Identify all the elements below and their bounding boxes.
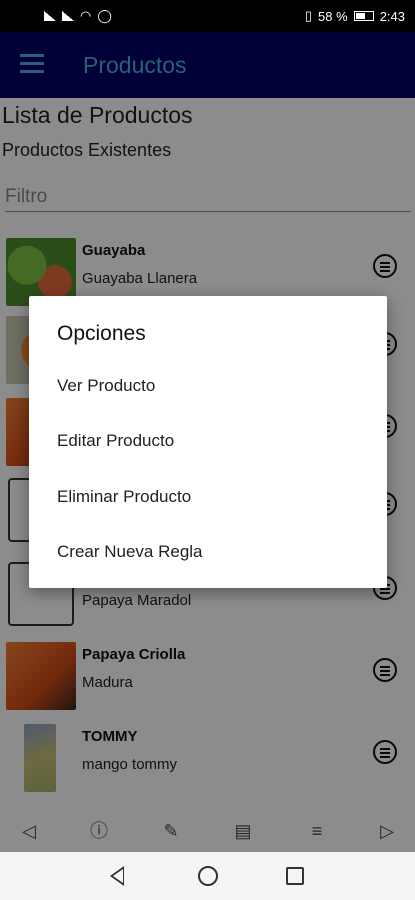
whatsapp-icon: ◯ bbox=[97, 8, 112, 23]
nav-back-icon[interactable] bbox=[110, 866, 124, 886]
option-editar-producto[interactable]: Editar Producto bbox=[57, 431, 174, 451]
system-nav-bar bbox=[0, 852, 415, 900]
status-bar: ◠ ◯ ▯ 58 % 2:43 bbox=[0, 0, 415, 32]
clock: 2:43 bbox=[379, 8, 405, 24]
wifi-icon: ◠ bbox=[80, 8, 92, 23]
option-crear-nueva-regla[interactable]: Crear Nueva Regla bbox=[57, 542, 203, 562]
battery-percent: 58 % bbox=[318, 8, 348, 24]
option-ver-producto[interactable]: Ver Producto bbox=[57, 376, 155, 396]
vibrate-icon: ▯ bbox=[304, 8, 313, 23]
nav-home-icon[interactable] bbox=[198, 866, 218, 886]
status-icons-right: ▯ 58 % 2:43 bbox=[305, 8, 405, 24]
options-dialog: Opciones Ver Producto Editar Producto El… bbox=[29, 296, 387, 588]
option-eliminar-producto[interactable]: Eliminar Producto bbox=[57, 487, 191, 507]
status-icons-left: ◠ ◯ bbox=[44, 8, 112, 24]
signal-icon bbox=[44, 11, 56, 21]
battery-icon bbox=[353, 11, 374, 21]
dialog-title: Opciones bbox=[57, 322, 146, 345]
signal-icon-2 bbox=[62, 11, 74, 21]
nav-recents-icon[interactable] bbox=[286, 867, 304, 885]
